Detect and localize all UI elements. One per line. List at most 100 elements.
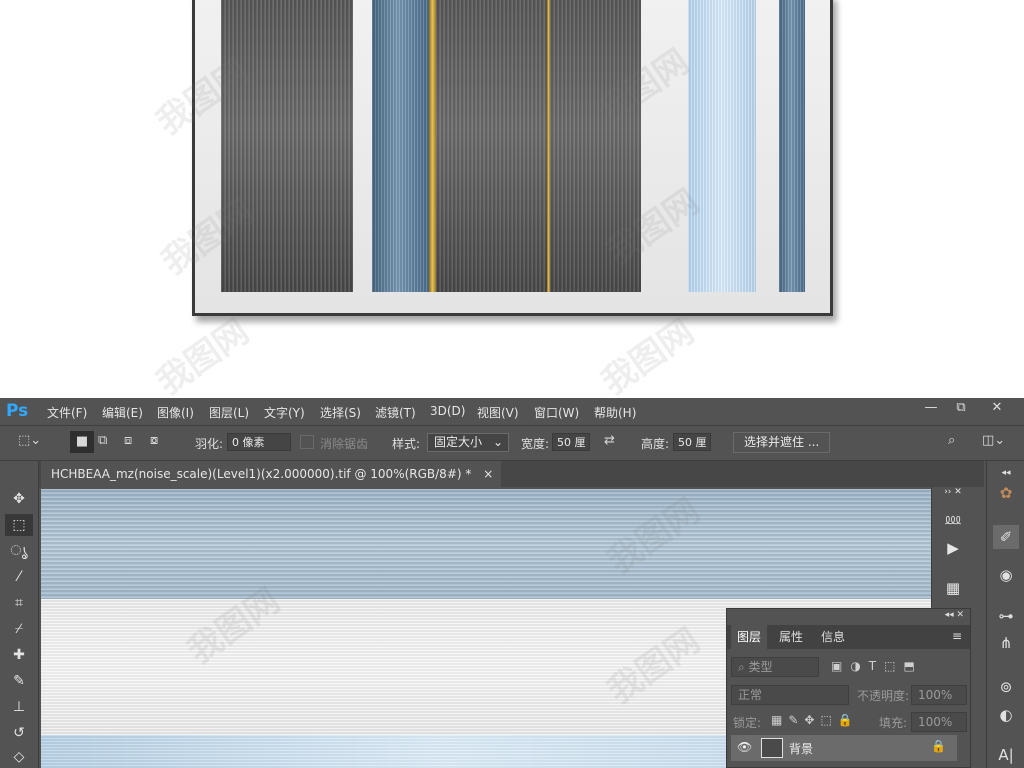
menu-window[interactable]: 窗口(W) [534, 404, 579, 421]
close-button[interactable]: ✕ [984, 400, 1010, 415]
opacity-label: 不透明度: [857, 689, 910, 703]
menu-3d[interactable]: 3D(D) [430, 404, 465, 418]
fill-input[interactable]: 100% [911, 712, 967, 732]
options-bar: ⬚⌄ ■ ⧉ ⧈ ⧇ 羽化: 0 像素 消除锯齿 样式: 固定大小 ⌄ 宽度: 5… [0, 425, 1024, 461]
magic-wand-icon[interactable]: ⁄ [5, 566, 33, 588]
layer-row-background[interactable]: 👁 背景 🔒 [731, 735, 957, 761]
crop-icon[interactable]: ⌗ [5, 592, 33, 614]
collapse-icon[interactable]: ›› ✕ [940, 487, 966, 497]
collapsed-panel-dock: ›› ✕ ⅏ ▶ ▦ [931, 487, 972, 607]
new-selection-icon[interactable]: ■ [70, 431, 94, 453]
watermark: 我图网 [594, 311, 702, 398]
width-label: 宽度: [521, 437, 550, 451]
workspace-icon[interactable]: ◫⌄ [982, 433, 1005, 448]
framed-artwork [192, 0, 833, 316]
marquee-tool-preset-icon[interactable]: ⬚⌄ [18, 433, 41, 448]
antialias-label: 消除锯齿 [320, 437, 369, 451]
brush-settings-icon[interactable]: ✐ [993, 525, 1019, 549]
history-icon[interactable]: ⅏ [940, 509, 966, 529]
color-swatches-icon[interactable]: ◉ [993, 563, 1019, 587]
eyedropper-icon[interactable]: ⌿ [5, 618, 33, 640]
clone-stamp-icon[interactable]: ⊥ [5, 696, 33, 718]
document-tab-bar: HCHBEAA_mz(noise_scale)(Level1)(x2.00000… [39, 461, 984, 487]
history-brush-icon[interactable]: ↺ [5, 722, 33, 744]
play-action-icon[interactable]: ▶ [940, 539, 966, 557]
panel-menu-icon[interactable]: ≡ [952, 629, 962, 643]
brush-icon[interactable]: ✎ [5, 670, 33, 692]
chevron-down-icon: ⌄ [492, 435, 503, 449]
feather-label: 羽化: [195, 437, 224, 451]
add-selection-icon[interactable]: ⧉ [98, 433, 107, 448]
lock-icons[interactable]: ▦✎✥⬚🔒 [771, 713, 859, 727]
subtract-selection-icon[interactable]: ⧈ [124, 433, 132, 448]
eye-icon[interactable]: 👁 [737, 740, 752, 754]
tab-info[interactable]: 信息 [815, 625, 851, 649]
libraries-icon[interactable]: ⊚ [993, 675, 1019, 699]
minimize-button[interactable]: — [918, 400, 944, 415]
style-label: 样式: [392, 437, 421, 451]
menu-view[interactable]: 视图(V) [477, 404, 519, 421]
layers-panel: ◂◂ ✕ 图层 属性 信息 ≡ ⌕ 类型 ▣◑T⬚⬒ 正常 不透明度: 100%… [726, 608, 971, 768]
fill-label: 填充: [879, 716, 908, 730]
document-title: HCHBEAA_mz(noise_scale)(Level1)(x2.00000… [51, 467, 472, 481]
character-icon[interactable]: A| [993, 743, 1019, 767]
menu-layer[interactable]: 图层(L) [209, 404, 249, 421]
eraser-icon[interactable]: ◇ [5, 746, 33, 768]
blend-mode-select[interactable]: 正常 [731, 685, 849, 705]
lasso-icon[interactable]: ൃ [5, 540, 33, 562]
swap-icon[interactable]: ⇄ [604, 433, 615, 448]
layer-thumbnail [761, 738, 783, 758]
dark-brushed-panel [550, 0, 641, 292]
document-tab[interactable]: HCHBEAA_mz(noise_scale)(Level1)(x2.00000… [41, 461, 502, 487]
lock-icon: 🔒 [931, 739, 946, 753]
blue-brushed-panel [779, 0, 805, 292]
gold-stripe [429, 0, 436, 292]
dark-brushed-panel [436, 0, 547, 292]
style-select[interactable]: 固定大小 ⌄ [427, 433, 509, 452]
canvas-blue-band [41, 489, 931, 599]
photoshop-window: Ps 文件(F) 编辑(E) 图像(I) 图层(L) 文字(Y) 选择(S) 滤… [0, 398, 1024, 768]
menu-bar: Ps 文件(F) 编辑(E) 图像(I) 图层(L) 文字(Y) 选择(S) 滤… [0, 398, 1024, 425]
antialias-checkbox[interactable] [300, 435, 314, 449]
artwork-preview: 我图网 我图网 我图网 我图网 我图网 我图网 [0, 0, 1024, 398]
dark-brushed-panel [221, 0, 353, 292]
menu-type[interactable]: 文字(Y) [264, 404, 305, 421]
opacity-input[interactable]: 100% [911, 685, 967, 705]
blue-brushed-panel [372, 0, 429, 292]
menu-file[interactable]: 文件(F) [47, 404, 87, 421]
toolbox: ✥ ⬚ ൃ ⁄ ⌗ ⌿ ✚ ✎ ⊥ ↺ ◇ [0, 461, 39, 768]
adjustments-icon[interactable]: ⊶ [993, 604, 1019, 628]
lock-label: 锁定: [733, 716, 762, 730]
tab-properties[interactable]: 属性 [773, 625, 809, 649]
tab-layers[interactable]: 图层 [731, 625, 768, 649]
photoshop-logo: Ps [6, 401, 29, 421]
menu-edit[interactable]: 编辑(E) [102, 404, 143, 421]
menu-help[interactable]: 帮助(H) [594, 404, 636, 421]
rectangular-marquee-icon[interactable]: ⬚ [5, 514, 33, 536]
channels-icon[interactable]: ⋔ [993, 631, 1019, 655]
restore-button[interactable]: ⧉ [948, 400, 974, 415]
feather-input[interactable]: 0 像素 [227, 433, 291, 451]
layer-filter-select[interactable]: ⌕ 类型 [731, 657, 819, 677]
intersect-selection-icon[interactable]: ⧇ [150, 433, 158, 448]
filter-icons[interactable]: ▣◑T⬚⬒ [831, 659, 923, 673]
grid-icon[interactable]: ▦ [940, 579, 966, 597]
panel-collapse-icon[interactable]: ◂◂ ✕ [945, 610, 964, 620]
width-input[interactable]: 50 厘米 [552, 433, 590, 451]
select-and-mask-button[interactable]: 选择并遮住 ... [733, 432, 831, 453]
menu-image[interactable]: 图像(I) [157, 404, 194, 421]
right-panel-icons: ◂◂ ✿ ✐ ◉ ⊶ ⋔ ⊚ ◐ A| [986, 461, 1024, 768]
move-tool-icon[interactable]: ✥ [5, 488, 33, 510]
menu-filter[interactable]: 滤镜(T) [375, 404, 416, 421]
search-icon[interactable]: ⌕ [948, 433, 955, 448]
height-input[interactable]: 50 厘米 [673, 433, 711, 451]
close-tab-icon[interactable]: × [483, 467, 493, 481]
layer-name[interactable]: 背景 [789, 740, 813, 757]
styles-icon[interactable]: ◐ [993, 703, 1019, 727]
healing-brush-icon[interactable]: ✚ [5, 644, 33, 666]
light-blue-panel [688, 0, 756, 292]
brush-presets-icon[interactable]: ✿ [993, 481, 1019, 505]
menu-select[interactable]: 选择(S) [320, 404, 361, 421]
watermark: 我图网 [149, 311, 257, 398]
height-label: 高度: [641, 437, 670, 451]
